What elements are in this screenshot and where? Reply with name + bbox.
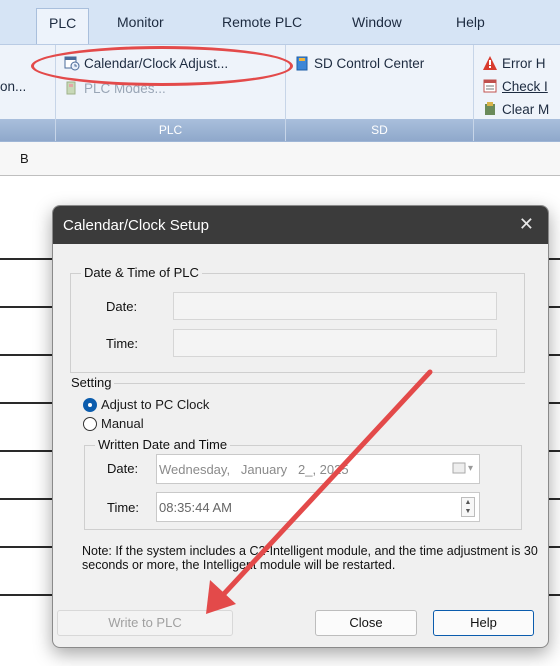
manual-label: Manual [101, 416, 144, 431]
clear-memory-button[interactable]: Clear M [482, 101, 549, 117]
written-datetime-group: Written Date and Time Date: Wednesday, J… [84, 437, 522, 530]
manual-radio[interactable]: Manual [83, 416, 144, 431]
written-date-value: Wednesday, January 2_, 2025 [159, 461, 349, 477]
column-b-label: B [20, 151, 29, 166]
annotation-circle [31, 46, 293, 86]
adjust-pc-clock-label: Adjust to PC Clock [101, 397, 210, 412]
ribbon-group-sd-label: SD [286, 119, 473, 141]
restart-note: Note: If the system includes a C2-Intell… [82, 544, 538, 572]
error-history-button[interactable]: Error H [482, 55, 546, 71]
written-time-value: 08:35:44 AM [159, 499, 232, 515]
write-to-plc-button[interactable]: Write to PLC [57, 610, 233, 636]
sheet-column-header: B [0, 142, 560, 176]
calendar-dropdown-icon[interactable]: ▾ [452, 462, 473, 474]
plc-time-label: Time: [106, 336, 139, 351]
plc-modes-icon [64, 80, 80, 96]
radio-unselected-icon [83, 416, 97, 431]
ribbon-group-sd: SD Control Center SD [286, 45, 474, 141]
plc-datetime-group: Date & Time of PLC Date: Time: [70, 265, 525, 373]
close-icon[interactable]: ✕ [519, 214, 534, 235]
clear-memory-label: Clear M [502, 101, 550, 117]
plc-datetime-legend: Date & Time of PLC [81, 265, 202, 280]
dialog-titlebar: Calendar/Clock Setup ✕ [53, 206, 548, 244]
sd-control-center-label: SD Control Center [314, 55, 425, 71]
plc-date-label: Date: [106, 299, 138, 314]
tab-plc[interactable]: PLC [36, 8, 90, 46]
tab-monitor[interactable]: Monitor [117, 14, 164, 30]
written-time-label: Time: [107, 500, 140, 515]
calendar-clock-setup-dialog: Calendar/Clock Setup ✕ Date & Time of PL… [52, 205, 549, 648]
plc-time-field [173, 329, 497, 357]
setting-legend: Setting [68, 375, 115, 390]
radio-selected-icon [83, 397, 97, 412]
check-button[interactable]: Check I [482, 78, 548, 94]
setting-group: Setting Adjust to PC Clock Manual Writte… [68, 375, 525, 533]
tab-window[interactable]: Window [352, 14, 402, 30]
menu-bar: PLC Monitor Remote PLC Window Help [0, 0, 560, 46]
dialog-title: Calendar/Clock Setup [63, 216, 209, 234]
ribbon-group-left-label [0, 119, 55, 141]
check-label: Check I [502, 78, 548, 94]
time-spinner-icon[interactable]: ▲ ▼ [461, 497, 475, 517]
ribbon-group-diagnostics-label [474, 119, 560, 141]
written-time-input[interactable]: 08:35:44 AM ▲ ▼ [156, 492, 480, 522]
close-button[interactable]: Close [315, 610, 417, 636]
adjust-pc-clock-radio[interactable]: Adjust to PC Clock [83, 397, 209, 412]
clear-broom-icon [482, 101, 498, 117]
tab-remote-plc[interactable]: Remote PLC [222, 14, 302, 30]
written-datetime-legend: Written Date and Time [95, 437, 231, 452]
error-history-label: Error H [502, 55, 546, 71]
ribbon-group-plc-label: PLC [56, 119, 285, 141]
ribbon-left-fragment[interactable]: on... [0, 79, 26, 94]
plc-date-field [173, 292, 497, 320]
help-button[interactable]: Help [433, 610, 534, 636]
written-date-picker[interactable]: Wednesday, January 2_, 2025 ▾ [156, 454, 480, 484]
sd-card-icon [294, 55, 310, 71]
sd-control-center-button[interactable]: SD Control Center [294, 55, 424, 71]
error-warning-icon [482, 55, 498, 71]
written-date-label: Date: [107, 461, 139, 476]
ribbon-group-diagnostics: Error H Check I Clear M [474, 45, 560, 141]
tab-help[interactable]: Help [456, 14, 485, 30]
check-list-icon [482, 78, 498, 94]
